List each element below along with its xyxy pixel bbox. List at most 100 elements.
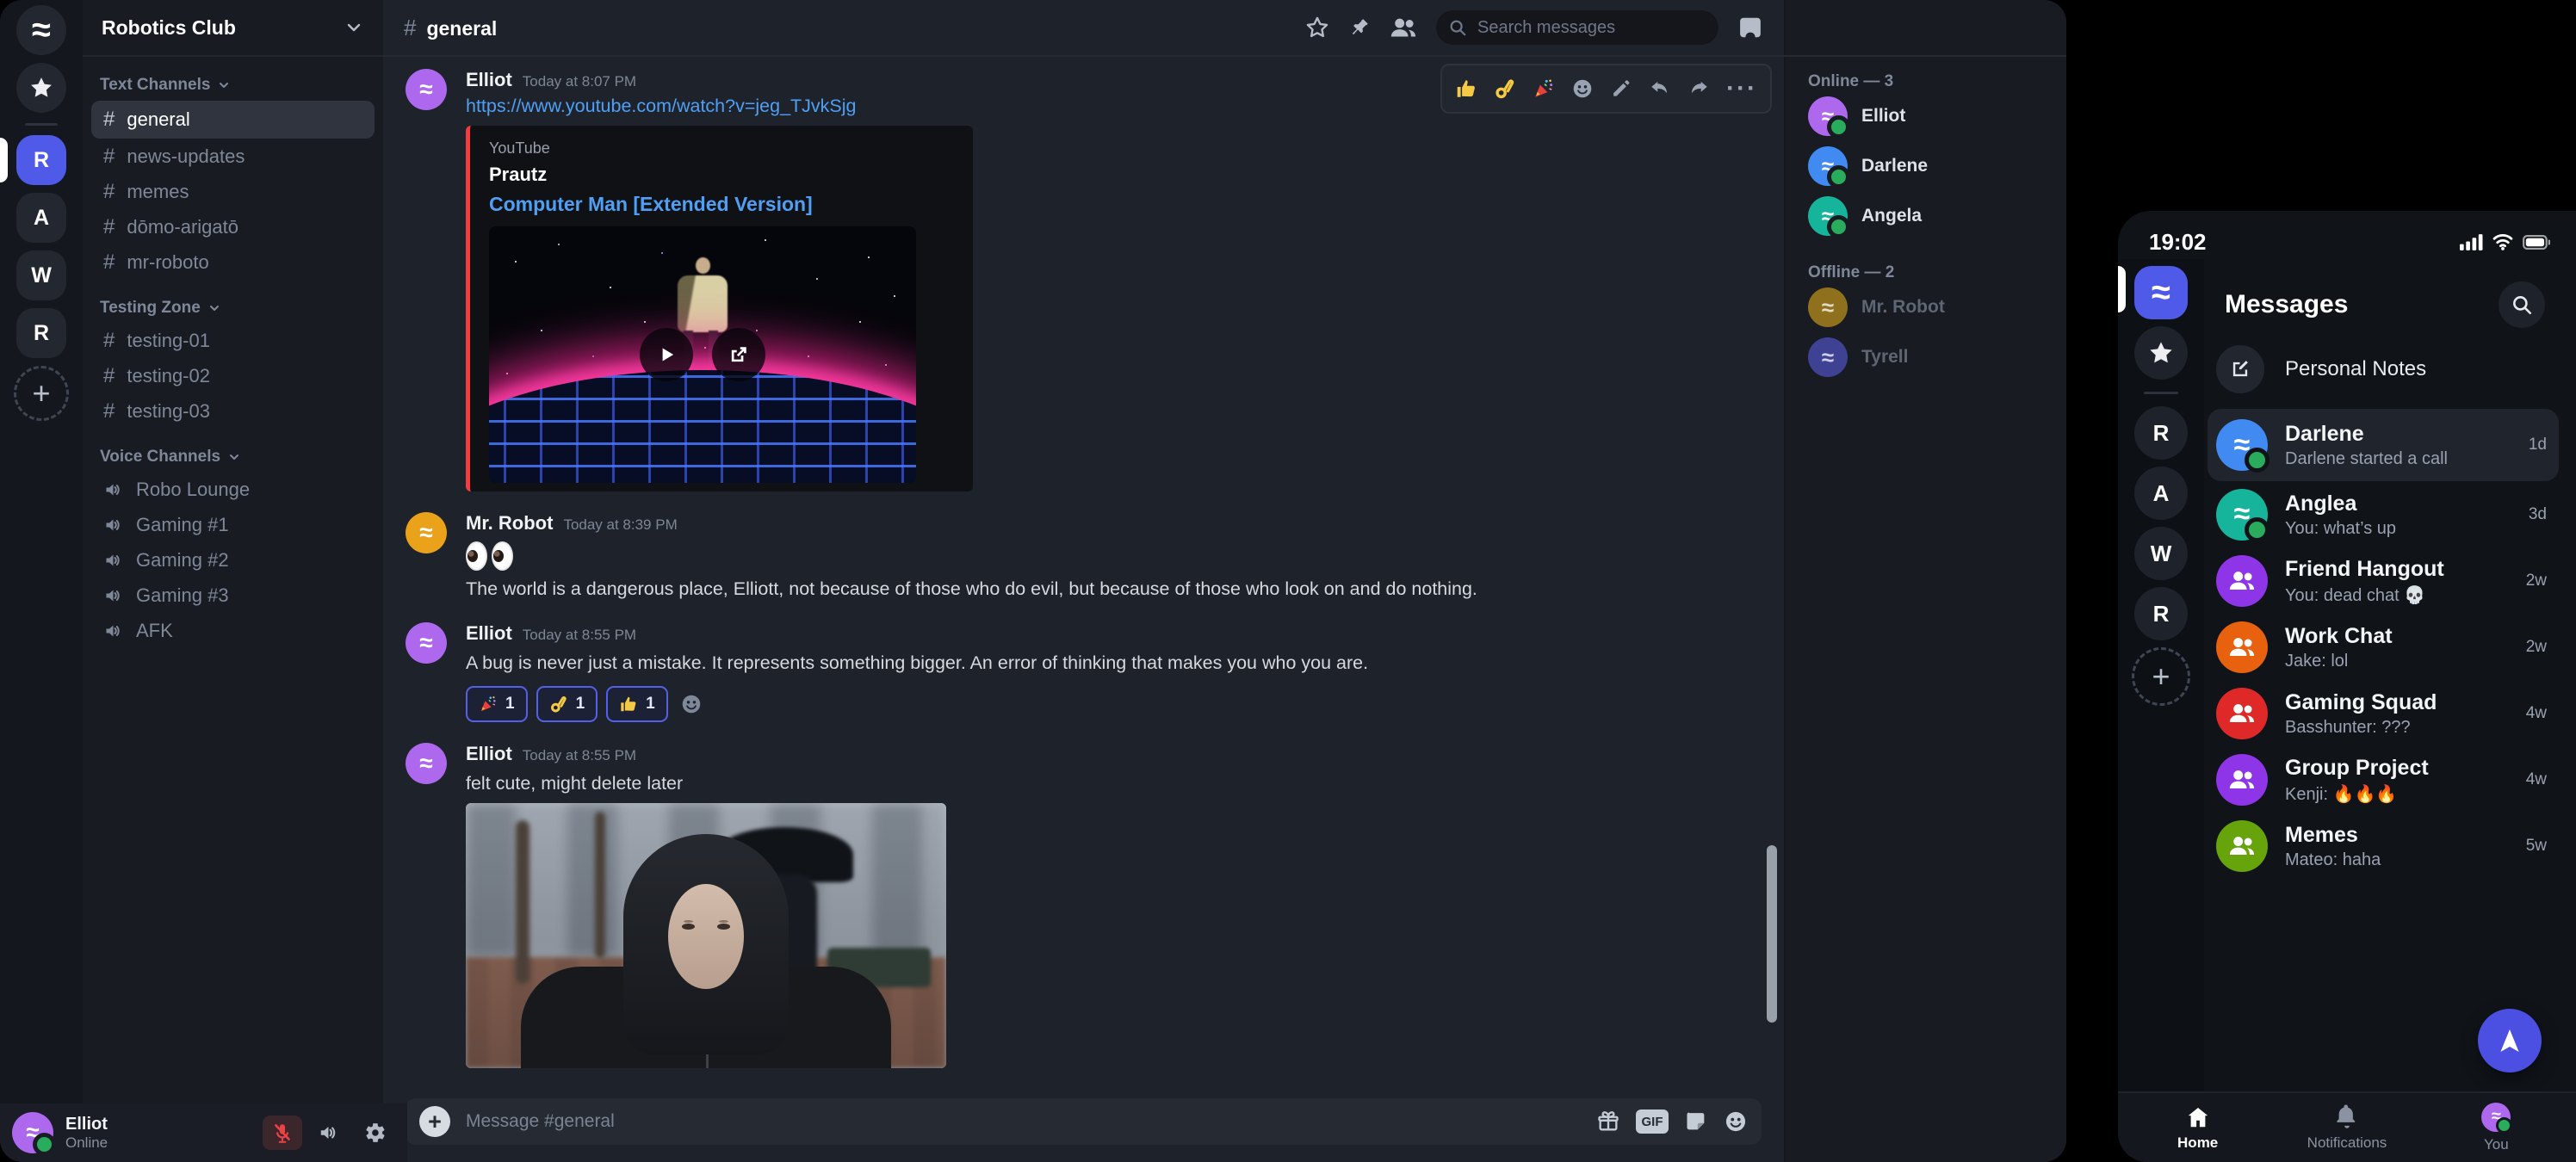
attach-button[interactable] xyxy=(419,1106,450,1137)
reaction-thumbs-up[interactable]: 1 xyxy=(606,686,668,722)
add-reaction-button[interactable] xyxy=(680,693,703,715)
avatar xyxy=(1808,337,1848,377)
server-icon-w[interactable]: W xyxy=(16,250,66,300)
server-rail: R A W R xyxy=(0,0,83,1103)
server-icon-r2[interactable]: R xyxy=(2134,587,2188,640)
nav-notifications[interactable]: Notifications xyxy=(2295,1104,2399,1152)
new-message-fab[interactable] xyxy=(2478,1009,2542,1072)
emoji-button[interactable] xyxy=(1724,1109,1748,1134)
nav-home[interactable]: Home xyxy=(2146,1104,2250,1152)
reaction-ok-hand[interactable]: 1 xyxy=(536,686,598,722)
message-author[interactable]: Mr. Robot xyxy=(466,512,553,535)
section-voice-channels[interactable]: Voice Channels xyxy=(83,442,383,472)
avatar[interactable] xyxy=(406,69,447,110)
message-author[interactable]: Elliot xyxy=(466,743,512,765)
server-header[interactable]: Robotics Club xyxy=(83,0,383,57)
compose-icon xyxy=(2216,345,2264,393)
server-icon-a[interactable]: A xyxy=(2134,467,2188,520)
avatar[interactable] xyxy=(406,512,447,553)
search-bar xyxy=(1436,10,1718,45)
search-button[interactable] xyxy=(2499,281,2545,328)
favorite-channel-button[interactable] xyxy=(1305,15,1329,40)
voice-channel-gaming-1[interactable]: Gaming #1 xyxy=(91,508,375,542)
attached-photo[interactable] xyxy=(466,803,946,1068)
edit-message-button[interactable] xyxy=(1610,77,1632,100)
channel-memes[interactable]: memes xyxy=(91,175,375,209)
server-icon-r[interactable]: R xyxy=(2134,406,2188,460)
chat-row-darlene[interactable]: Darlene Darlene started a call 1d xyxy=(2208,409,2559,481)
avatar[interactable] xyxy=(406,622,447,664)
forward-button[interactable] xyxy=(1687,77,1710,100)
app-logo[interactable] xyxy=(16,5,66,55)
search-input[interactable] xyxy=(1476,17,1706,39)
voice-channel-gaming-2[interactable]: Gaming #2 xyxy=(91,543,375,578)
personal-notes-row[interactable]: Personal Notes xyxy=(2216,345,2559,393)
chat-row-gaming-squad[interactable]: Gaming Squad Basshunter: ??? 4w xyxy=(2208,680,2559,746)
inbox-button[interactable] xyxy=(1737,15,1763,40)
reaction-party[interactable]: 1 xyxy=(466,686,528,722)
add-server-button[interactable] xyxy=(14,366,69,421)
avatar[interactable] xyxy=(12,1112,53,1153)
gif-button[interactable]: GIF xyxy=(1636,1109,1669,1134)
pinned-messages-button[interactable] xyxy=(1348,16,1371,39)
avatar xyxy=(1808,146,1848,186)
chat-scrollbar[interactable] xyxy=(1767,845,1777,1023)
chat-row-group-project[interactable]: Group Project Kenji: 🔥🔥🔥 4w xyxy=(2208,746,2559,813)
speaker-icon xyxy=(103,515,124,535)
voice-channel-robo-lounge[interactable]: Robo Lounge xyxy=(91,473,375,507)
member-elliot[interactable]: Elliot xyxy=(1808,91,2051,141)
members-button[interactable] xyxy=(1390,16,1417,39)
app-logo[interactable] xyxy=(2134,266,2188,319)
member-darlene[interactable]: Darlene xyxy=(1808,141,2051,191)
favorites-button[interactable] xyxy=(2134,326,2188,380)
play-button[interactable] xyxy=(640,328,693,381)
voice-channel-gaming-3[interactable]: Gaming #3 xyxy=(91,578,375,613)
add-reaction-button[interactable] xyxy=(1571,77,1594,100)
section-text-channels[interactable]: Text Channels xyxy=(83,71,383,100)
eyes-emoji xyxy=(466,541,1784,571)
react-thumbs-up-button[interactable] xyxy=(1455,77,1477,100)
chat-row-friend-hangout[interactable]: Friend Hangout You: dead chat 💀 2w xyxy=(2208,547,2559,614)
server-icon-r2[interactable]: R xyxy=(16,308,66,358)
deafen-button[interactable] xyxy=(309,1116,349,1150)
add-server-button[interactable] xyxy=(2132,647,2190,706)
message-input[interactable] xyxy=(464,1110,1582,1133)
mute-microphone-button[interactable] xyxy=(263,1116,302,1150)
favorites-button[interactable] xyxy=(16,63,66,113)
member-tyrell[interactable]: Tyrell xyxy=(1808,332,2051,382)
phone-server-rail: R A W R xyxy=(2118,259,2204,1093)
gift-button[interactable] xyxy=(1596,1109,1620,1134)
server-icon-w[interactable]: W xyxy=(2134,527,2188,580)
chat-row-anglea[interactable]: Anglea You: what’s up 3d xyxy=(2208,481,2559,547)
voice-channel-afk[interactable]: AFK xyxy=(91,614,375,648)
member-angela[interactable]: Angela xyxy=(1808,191,2051,241)
microphone-muted-icon xyxy=(271,1122,294,1144)
plus-icon xyxy=(32,378,50,409)
react-ok-hand-button[interactable] xyxy=(1494,77,1516,100)
react-party-button[interactable] xyxy=(1533,77,1555,100)
server-icon-a[interactable]: A xyxy=(16,193,66,243)
reply-button[interactable] xyxy=(1649,77,1671,100)
channel-testing-03[interactable]: testing-03 xyxy=(91,394,375,429)
chat-row-memes[interactable]: Memes Mateo: haha 5w xyxy=(2208,813,2559,879)
embed-channel[interactable]: Prautz xyxy=(489,164,954,186)
avatar[interactable] xyxy=(406,743,447,784)
server-icon-robotics-club[interactable]: R xyxy=(16,135,66,185)
channel-domo-arigato[interactable]: dōmo-arigatō xyxy=(91,210,375,244)
message-author[interactable]: Elliot xyxy=(466,622,512,645)
channel-testing-01[interactable]: testing-01 xyxy=(91,324,375,358)
channel-mr-roboto[interactable]: mr-roboto xyxy=(91,245,375,280)
sticker-button[interactable] xyxy=(1684,1109,1708,1134)
channel-news-updates[interactable]: news-updates xyxy=(91,139,375,174)
settings-button[interactable] xyxy=(356,1116,395,1150)
nav-you[interactable]: You xyxy=(2444,1103,2548,1153)
channel-testing-02[interactable]: testing-02 xyxy=(91,359,375,393)
section-testing-zone[interactable]: Testing Zone xyxy=(83,294,383,323)
video-thumbnail[interactable] xyxy=(489,226,916,483)
channel-general[interactable]: general xyxy=(91,101,375,139)
open-external-button[interactable] xyxy=(712,328,765,381)
embed-title[interactable]: Computer Man [Extended Version] xyxy=(489,193,954,216)
message-author[interactable]: Elliot xyxy=(466,69,512,91)
chat-row-work-chat[interactable]: Work Chat Jake: lol 2w xyxy=(2208,614,2559,680)
member-mr-robot[interactable]: Mr. Robot xyxy=(1808,282,2051,332)
